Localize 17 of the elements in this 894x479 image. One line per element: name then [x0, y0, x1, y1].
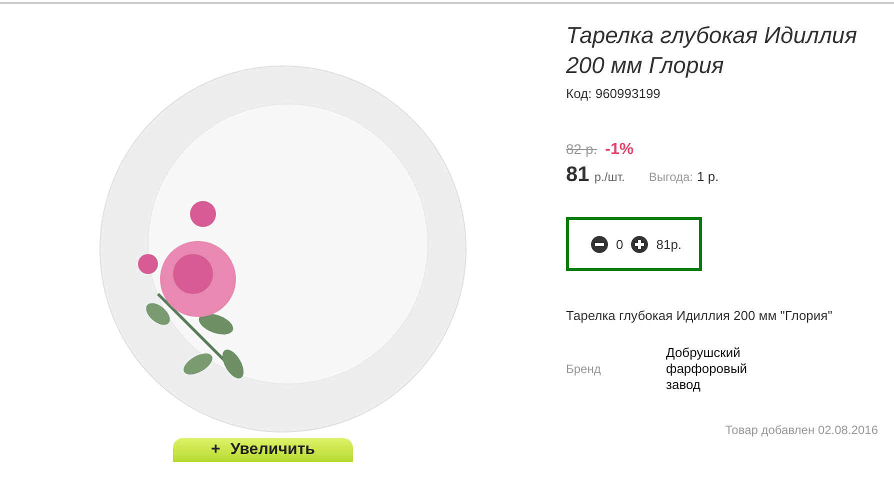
minus-icon[interactable]	[591, 236, 608, 252]
product-code: Код: 960993199	[566, 86, 662, 101]
old-price: 82 р.	[566, 141, 598, 157]
added-date: Товар добавлен 02.08.2016	[724, 423, 878, 437]
quantity-value: 0	[616, 236, 624, 252]
quantity-total: 81р.	[656, 236, 682, 252]
zoom-button[interactable]: + Увеличить	[173, 438, 353, 462]
discount: -1%	[605, 141, 634, 159]
price: 81	[566, 163, 590, 187]
savings-value: 1 р.	[697, 169, 719, 184]
product-title: Тарелка глубокая Идиллия 200 мм Глория	[566, 21, 858, 80]
savings-label: Выгода:	[648, 170, 693, 184]
price-unit: р./шт.	[594, 170, 625, 184]
plus-icon[interactable]	[631, 236, 648, 252]
property-name: Бренд	[566, 362, 602, 376]
property-value: Добрушский фарфоровый завод	[666, 345, 748, 393]
description: Тарелка глубокая Идиллия 200 мм "Глория"	[566, 308, 834, 323]
